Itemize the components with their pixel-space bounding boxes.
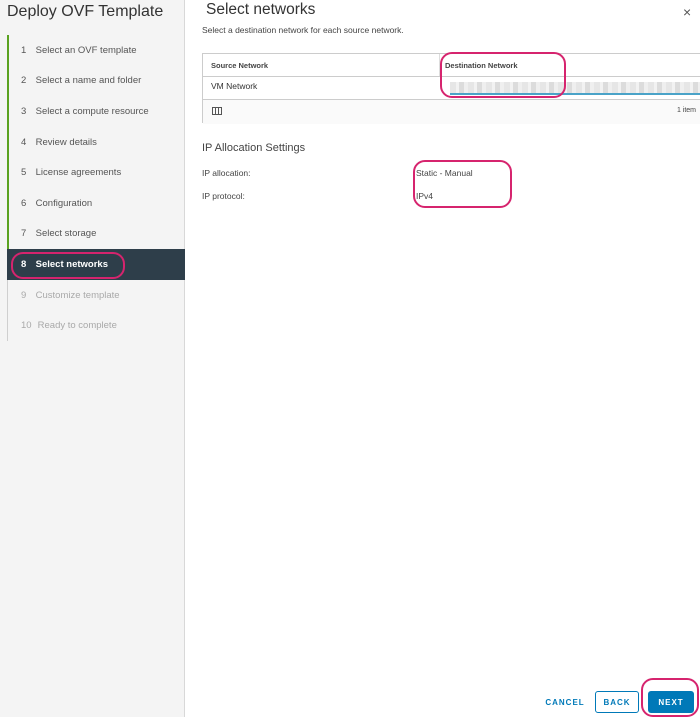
step-label: Configuration [35, 197, 93, 209]
ip-protocol-label: IP protocol: [202, 191, 245, 201]
step-label: Select a compute resource [35, 105, 149, 117]
annotation-highlight-destination-network [440, 52, 566, 98]
step-select-ovf-template[interactable]: 1 Select an OVF template [7, 35, 185, 66]
main-panel: Select networks × Select a destination n… [185, 0, 700, 717]
step-number: 10 [21, 320, 32, 332]
step-ready-to-complete: 10 Ready to complete [7, 310, 185, 341]
annotation-highlight-ip-settings [413, 160, 512, 208]
grid-footer: 1 item [203, 99, 700, 124]
step-label: Select a name and folder [35, 75, 142, 87]
annotation-highlight-current-step [11, 252, 125, 279]
close-icon[interactable]: × [683, 5, 691, 19]
step-number: 4 [21, 136, 27, 148]
step-number: 3 [21, 105, 27, 117]
step-configuration[interactable]: 6 Configuration [7, 187, 185, 219]
step-select-name-folder[interactable]: 2 Select a name and folder [7, 65, 185, 97]
wizard-steps: 1 Select an OVF template 2 Select a name… [7, 35, 185, 341]
step-number: 6 [21, 197, 27, 209]
annotation-highlight-next-button [641, 678, 699, 717]
step-label: License agreements [35, 167, 122, 179]
column-toggle-icon[interactable] [212, 107, 222, 115]
page-subtitle: Select a destination network for each so… [202, 25, 404, 35]
source-network-cell: VM Network [211, 81, 258, 91]
step-label: Ready to complete [37, 320, 117, 332]
step-number: 7 [21, 228, 27, 240]
step-number: 5 [21, 167, 27, 179]
ip-allocation-label: IP allocation: [202, 168, 251, 178]
step-number: 9 [21, 289, 27, 301]
wizard-sidebar: Deploy OVF Template 1 Select an OVF temp… [0, 0, 185, 717]
page-title: Select networks [206, 1, 316, 18]
wizard-title: Deploy OVF Template [7, 3, 164, 20]
cancel-button[interactable]: CANCEL [540, 691, 590, 713]
step-number: 2 [21, 75, 27, 87]
step-select-storage[interactable]: 7 Select storage [7, 218, 185, 250]
step-license-agreements[interactable]: 5 License agreements [7, 157, 185, 188]
step-label: Select storage [35, 228, 97, 240]
step-label: Customize template [35, 289, 120, 301]
step-customize-template: 9 Customize template [7, 279, 185, 311]
item-count: 1 item [676, 107, 696, 114]
step-review-details[interactable]: 4 Review details [7, 126, 185, 158]
step-select-compute-resource[interactable]: 3 Select a compute resource [7, 96, 185, 127]
ip-allocation-section-title: IP Allocation Settings [202, 142, 306, 154]
step-number: 1 [21, 44, 27, 56]
step-label: Select an OVF template [35, 44, 137, 56]
column-header-source-network[interactable]: Source Network [211, 61, 268, 70]
back-button[interactable]: BACK [595, 691, 639, 713]
step-label: Review details [35, 136, 97, 148]
